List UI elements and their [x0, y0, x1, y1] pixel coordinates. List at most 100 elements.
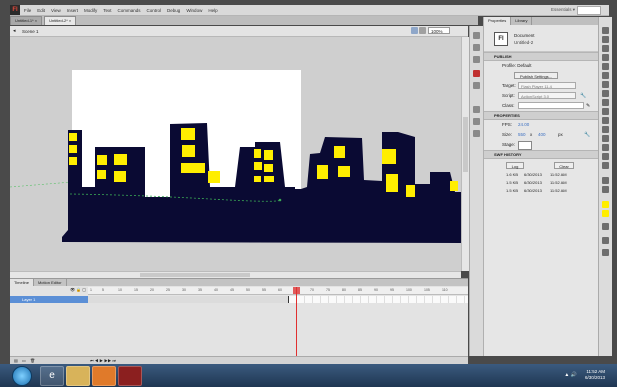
- empty-frames[interactable]: [289, 296, 468, 303]
- align-icon[interactable]: [473, 32, 480, 39]
- stage-horizontal-scrollbar[interactable]: [10, 271, 461, 278]
- tween-span[interactable]: [88, 296, 289, 303]
- class-label: Class:: [502, 103, 515, 108]
- menu-file[interactable]: File: [24, 8, 31, 13]
- system-tray-icons[interactable]: ▲ 🔊: [564, 372, 577, 378]
- wrench-icon[interactable]: 🔧: [584, 132, 590, 138]
- pencil-icon[interactable]: ✎: [586, 103, 590, 109]
- help-search-input[interactable]: [577, 6, 601, 15]
- selection-tool-icon[interactable]: [602, 27, 609, 34]
- brush-tool-icon[interactable]: [602, 117, 609, 124]
- publish-settings-button[interactable]: Publish Settings...: [514, 72, 558, 79]
- deco-tool-icon[interactable]: [602, 126, 609, 133]
- 3d-rotation-tool-icon[interactable]: [602, 54, 609, 61]
- clear-button[interactable]: Clear: [554, 162, 574, 169]
- log-button[interactable]: Log: [506, 162, 524, 169]
- ruler-number: 1: [90, 288, 92, 292]
- edit-scene-icon[interactable]: [411, 27, 418, 34]
- back-arrow-icon[interactable]: ◂: [13, 28, 16, 34]
- swatches-icon[interactable]: [473, 82, 480, 89]
- taskbar-clock[interactable]: 11:52 AM 6/30/2013: [585, 369, 605, 381]
- free-transform-tool-icon[interactable]: [602, 45, 609, 52]
- pen-tool-icon[interactable]: [602, 72, 609, 79]
- tab-library[interactable]: Library: [511, 17, 533, 25]
- layer-row-layer-1[interactable]: Layer 1: [10, 296, 88, 303]
- components-icon[interactable]: [473, 106, 480, 113]
- folder-icon[interactable]: [66, 366, 90, 386]
- line-tool-icon[interactable]: [602, 90, 609, 97]
- tab-untitled-1[interactable]: Untitled-1* ×: [10, 16, 43, 25]
- zoom-tool-icon[interactable]: [602, 186, 609, 193]
- publish-section-header[interactable]: PUBLISH: [484, 52, 598, 61]
- properties-section-header[interactable]: PROPERTIES: [484, 111, 598, 120]
- menu-window[interactable]: Window: [186, 8, 202, 13]
- menu-control[interactable]: Control: [147, 8, 162, 13]
- tab-properties[interactable]: Properties: [484, 17, 512, 25]
- swap-colors-icon[interactable]: [602, 223, 609, 230]
- layer-frames[interactable]: [88, 296, 468, 303]
- tab-timeline[interactable]: Timeline: [10, 279, 34, 286]
- fps-value[interactable]: 24.00: [518, 122, 529, 127]
- menu-text[interactable]: Text: [103, 8, 111, 13]
- scene-label[interactable]: Scene 1: [22, 29, 39, 34]
- text-tool-icon[interactable]: [602, 81, 609, 88]
- stroke-color-icon[interactable]: [602, 201, 609, 208]
- smooth-icon[interactable]: [602, 249, 609, 256]
- snap-icon[interactable]: [602, 237, 609, 244]
- new-layer-icon[interactable]: ▤: [14, 358, 18, 363]
- delete-layer-icon[interactable]: 🗑: [30, 358, 35, 363]
- ruler-number: 105: [424, 288, 430, 292]
- playhead-line[interactable]: [296, 287, 297, 357]
- flash-taskbar-icon[interactable]: [118, 366, 142, 386]
- eyedropper-tool-icon[interactable]: [602, 153, 609, 160]
- info-icon[interactable]: [473, 44, 480, 51]
- stage-height-value[interactable]: 400: [538, 132, 546, 137]
- transform-icon[interactable]: [473, 56, 480, 63]
- ruler-number: 10: [118, 288, 122, 292]
- tab-untitled-2[interactable]: Untitled-2* ×: [44, 16, 77, 25]
- playback-controls-icon[interactable]: ⏮ ◀ ▶ ▶▶ ⏭: [90, 358, 116, 363]
- pencil-tool-icon[interactable]: [602, 108, 609, 115]
- new-folder-icon[interactable]: ▭: [22, 358, 26, 363]
- bone-tool-icon[interactable]: [602, 135, 609, 142]
- menu-help[interactable]: Help: [208, 8, 217, 13]
- layer-toggle-icons[interactable]: 👁 🔒 ▢: [70, 287, 86, 292]
- ie-icon[interactable]: e: [40, 366, 64, 386]
- hand-tool-icon[interactable]: [602, 177, 609, 184]
- eraser-tool-icon[interactable]: [602, 162, 609, 169]
- motion-presets-icon[interactable]: [473, 118, 480, 125]
- class-input[interactable]: [518, 102, 584, 109]
- menu-view[interactable]: View: [51, 8, 61, 13]
- fill-color-icon[interactable]: [602, 210, 609, 217]
- paint-bucket-tool-icon[interactable]: [602, 144, 609, 151]
- vscroll-thumb[interactable]: [463, 117, 468, 172]
- frame-ruler[interactable]: 1 5 10 15 20 25 30 35 40 45 50 55 60 65 …: [88, 287, 468, 295]
- subselection-tool-icon[interactable]: [602, 36, 609, 43]
- media-player-icon[interactable]: [92, 366, 116, 386]
- swf-history-entry: 1.5 KB 6/30/2013 11:52 AM: [484, 187, 598, 195]
- lasso-tool-icon[interactable]: [602, 63, 609, 70]
- zoom-select[interactable]: 100%: [428, 27, 450, 34]
- hscroll-thumb[interactable]: [140, 273, 250, 277]
- menu-debug[interactable]: Debug: [167, 8, 180, 13]
- swf-history-section-header[interactable]: SWF HISTORY: [484, 150, 598, 159]
- code-snippets-icon[interactable]: [473, 130, 480, 137]
- script-select[interactable]: ActionScript 3.0: [518, 92, 576, 99]
- start-button-icon[interactable]: [12, 366, 32, 386]
- color-icon[interactable]: [473, 70, 480, 77]
- stage-vertical-scrollbar[interactable]: [461, 37, 469, 271]
- stage-color-swatch[interactable]: [518, 141, 532, 150]
- menu-modify[interactable]: Modify: [84, 8, 97, 13]
- edit-symbol-icon[interactable]: [419, 27, 426, 34]
- ruler-number: 100: [406, 288, 412, 292]
- menu-edit[interactable]: Edit: [37, 8, 45, 13]
- stage-width-value[interactable]: 550: [518, 132, 526, 137]
- target-select[interactable]: Flash Player 11.4: [518, 82, 576, 89]
- rectangle-tool-icon[interactable]: [602, 99, 609, 106]
- workspace-switcher[interactable]: Essentials ▾: [551, 7, 575, 13]
- wrench-icon[interactable]: 🔧: [580, 93, 586, 99]
- stage-pasteboard[interactable]: [10, 37, 461, 271]
- tab-motion-editor[interactable]: Motion Editor: [34, 279, 67, 286]
- menu-commands[interactable]: Commands: [118, 8, 141, 13]
- menu-insert[interactable]: Insert: [67, 8, 78, 13]
